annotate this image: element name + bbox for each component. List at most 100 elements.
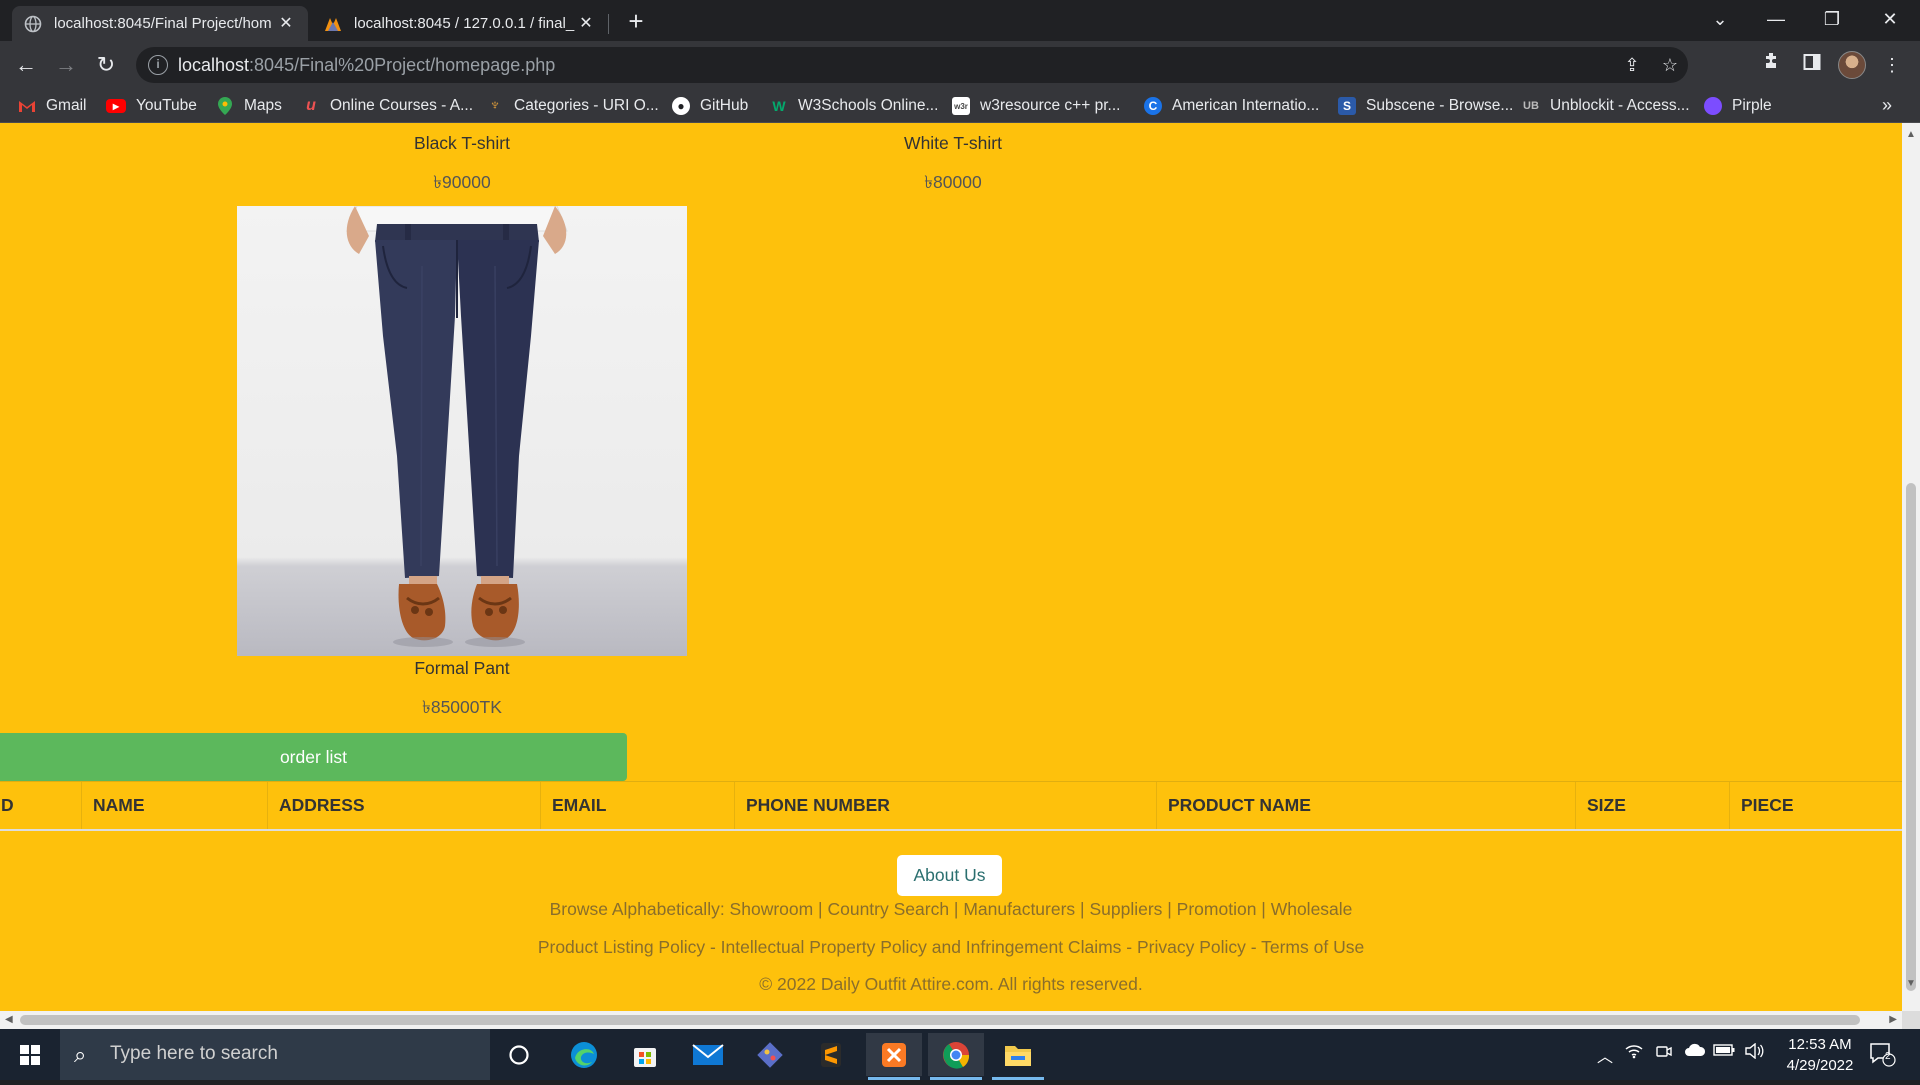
product-price: ৳90000 [433, 172, 491, 192]
site-info-icon[interactable]: i [148, 55, 168, 75]
bookmark-unblockit[interactable]: UB Unblockit - Access... [1522, 95, 1690, 117]
git-client-icon[interactable] [742, 1033, 798, 1076]
close-tab-icon[interactable]: ✕ [576, 14, 596, 34]
column-header-product-name: PRODUCT NAME [1156, 782, 1575, 829]
bookmark-gmail[interactable]: Gmail [18, 95, 86, 117]
sublime-text-icon[interactable] [803, 1033, 859, 1076]
vertical-scrollbar[interactable]: ▲ ▼ [1902, 123, 1920, 1011]
aiub-icon: C [1144, 97, 1162, 115]
bookmark-maps[interactable]: Maps [216, 95, 282, 117]
close-window-button[interactable]: ✕ [1862, 0, 1918, 41]
udemy-icon: u [306, 97, 316, 114]
system-clock[interactable]: 12:53 AM 4/29/2022 [1770, 1034, 1870, 1076]
tab-homepage[interactable]: localhost:8045/Final Project/hom ✕ [12, 6, 308, 41]
chrome-icon[interactable] [928, 1033, 984, 1080]
subscene-icon: S [1338, 97, 1356, 115]
battery-icon[interactable] [1713, 1043, 1735, 1061]
product-price: ৳80000 [924, 172, 982, 192]
product-price: ৳85000TK [422, 697, 502, 717]
youtube-icon: ▶ [106, 99, 126, 113]
chrome-menu-icon[interactable]: ⋮ [1876, 49, 1908, 81]
clock-time: 12:53 AM [1788, 1036, 1852, 1053]
vertical-scroll-thumb[interactable] [1906, 483, 1916, 991]
bookmark-w3schools[interactable]: W W3Schools Online... [770, 95, 938, 117]
column-header-id: D [0, 782, 81, 829]
file-explorer-icon[interactable] [990, 1033, 1046, 1080]
tab-title: localhost:8045 / 127.0.0.1 / final_ [354, 15, 575, 32]
xampp-icon[interactable] [866, 1033, 922, 1080]
column-header-size: SIZE [1575, 782, 1729, 829]
footer-browse-links[interactable]: Browse Alphabetically: Showroom | Countr… [0, 899, 1902, 920]
bookmark-aiub[interactable]: C American Internatio... [1144, 95, 1319, 117]
back-button[interactable]: ← [10, 49, 42, 81]
scroll-right-icon[interactable]: ▶ [1889, 1014, 1897, 1025]
cortana-icon[interactable] [491, 1033, 547, 1076]
tab-divider [608, 14, 609, 34]
w3schools-icon: W [772, 98, 786, 114]
horizontal-scroll-thumb[interactable] [20, 1015, 1860, 1025]
address-bar[interactable]: i localhost:8045/Final%20Project/homepag… [136, 47, 1688, 83]
restore-button[interactable]: ❐ [1804, 0, 1860, 41]
product-image-formal-pant[interactable] [237, 206, 687, 656]
scrollbar-corner [1902, 1011, 1920, 1029]
pirple-icon [1704, 97, 1722, 115]
wifi-icon[interactable] [1625, 1043, 1643, 1064]
show-hidden-icons[interactable]: ︿ [1597, 1043, 1613, 1067]
scroll-left-icon[interactable]: ◀ [5, 1014, 13, 1025]
bookmark-github[interactable]: ● GitHub [672, 95, 748, 117]
bookmark-subscene[interactable]: S Subscene - Browse... [1338, 95, 1513, 117]
page-viewport: Black T-shirt ৳90000 White T-shirt ৳8000… [0, 123, 1902, 1011]
order-table: D NAME ADDRESS EMAIL PHONE NUMBER PRODUC… [0, 781, 1902, 831]
browser-toolbar: ← → ↻ i localhost:8045/Final%20Project/h… [0, 41, 1920, 89]
tab-phpmyadmin[interactable]: localhost:8045 / 127.0.0.1 / final_ ✕ [312, 6, 608, 41]
share-icon[interactable]: ⇪ [1620, 53, 1644, 77]
about-us-button[interactable]: About Us [897, 855, 1002, 896]
column-header-email: EMAIL [540, 782, 734, 829]
url-text[interactable]: localhost:8045/Final%20Project/homepage.… [178, 55, 555, 76]
bookmark-w3resource[interactable]: w3r w3resource c++ pr... [952, 95, 1120, 117]
reload-button[interactable]: ↻ [90, 49, 122, 81]
microsoft-store-icon[interactable] [617, 1033, 673, 1076]
minimize-button[interactable]: — [1748, 0, 1804, 41]
horizontal-scrollbar[interactable]: ◀ ▶ [0, 1011, 1902, 1029]
phpmyadmin-icon [324, 15, 342, 33]
tab-title: localhost:8045/Final Project/hom [54, 15, 272, 32]
close-tab-icon[interactable]: ✕ [276, 14, 296, 34]
mail-icon[interactable] [680, 1033, 736, 1076]
taskbar-search-box[interactable]: ⌕ Type here to search [60, 1029, 490, 1080]
bookmark-star-icon[interactable]: ☆ [1658, 53, 1682, 77]
bookmark-pirple[interactable]: Pirple [1704, 95, 1772, 117]
product-name: Black T-shirt [414, 133, 510, 153]
search-icon: ⌕ [74, 1042, 87, 1067]
github-icon: ● [672, 97, 690, 115]
side-panel-icon[interactable] [1796, 49, 1828, 81]
column-header-address: ADDRESS [267, 782, 540, 829]
windows-taskbar: ⌕ Type here to search ︿ 12:53 AM 4/29/20… [0, 1029, 1920, 1080]
forward-button[interactable]: → [50, 49, 82, 81]
scroll-down-icon[interactable]: ▼ [1906, 978, 1916, 989]
footer-copyright: © 2022 Daily Outfit Attire.com. All righ… [759, 974, 1143, 994]
meet-now-icon[interactable] [1656, 1043, 1672, 1064]
product-name: Formal Pant [414, 658, 510, 678]
bookmarks-bar: Gmail ▶ YouTube Maps u Online Courses - … [0, 89, 1920, 123]
tab-search-icon[interactable]: ⌄ [1692, 0, 1748, 41]
column-header-name: NAME [81, 782, 267, 829]
profile-avatar[interactable] [1838, 51, 1866, 79]
windows-start-button[interactable] [0, 1029, 60, 1080]
new-tab-button[interactable]: + [622, 8, 650, 36]
scroll-up-icon[interactable]: ▲ [1906, 129, 1916, 140]
unblockit-icon: UB [1523, 100, 1539, 112]
gmail-icon [18, 97, 36, 115]
volume-icon[interactable] [1744, 1042, 1764, 1064]
order-list-button[interactable]: order list [0, 733, 627, 781]
extensions-icon[interactable] [1756, 49, 1788, 81]
footer-policy-links[interactable]: Product Listing Policy - Intellectual Pr… [0, 937, 1902, 958]
bookmark-online-courses[interactable]: u Online Courses - A... [302, 95, 473, 117]
edge-icon[interactable] [556, 1033, 612, 1076]
uri-icon: ♆ [489, 97, 501, 114]
onedrive-icon[interactable] [1684, 1043, 1706, 1062]
more-bookmarks-icon[interactable]: » [1882, 95, 1892, 116]
bookmark-uri[interactable]: ♆ Categories - URI O... [486, 95, 659, 117]
notification-center-icon[interactable]: 2 [1868, 1041, 1896, 1067]
bookmark-youtube[interactable]: ▶ YouTube [106, 95, 197, 117]
